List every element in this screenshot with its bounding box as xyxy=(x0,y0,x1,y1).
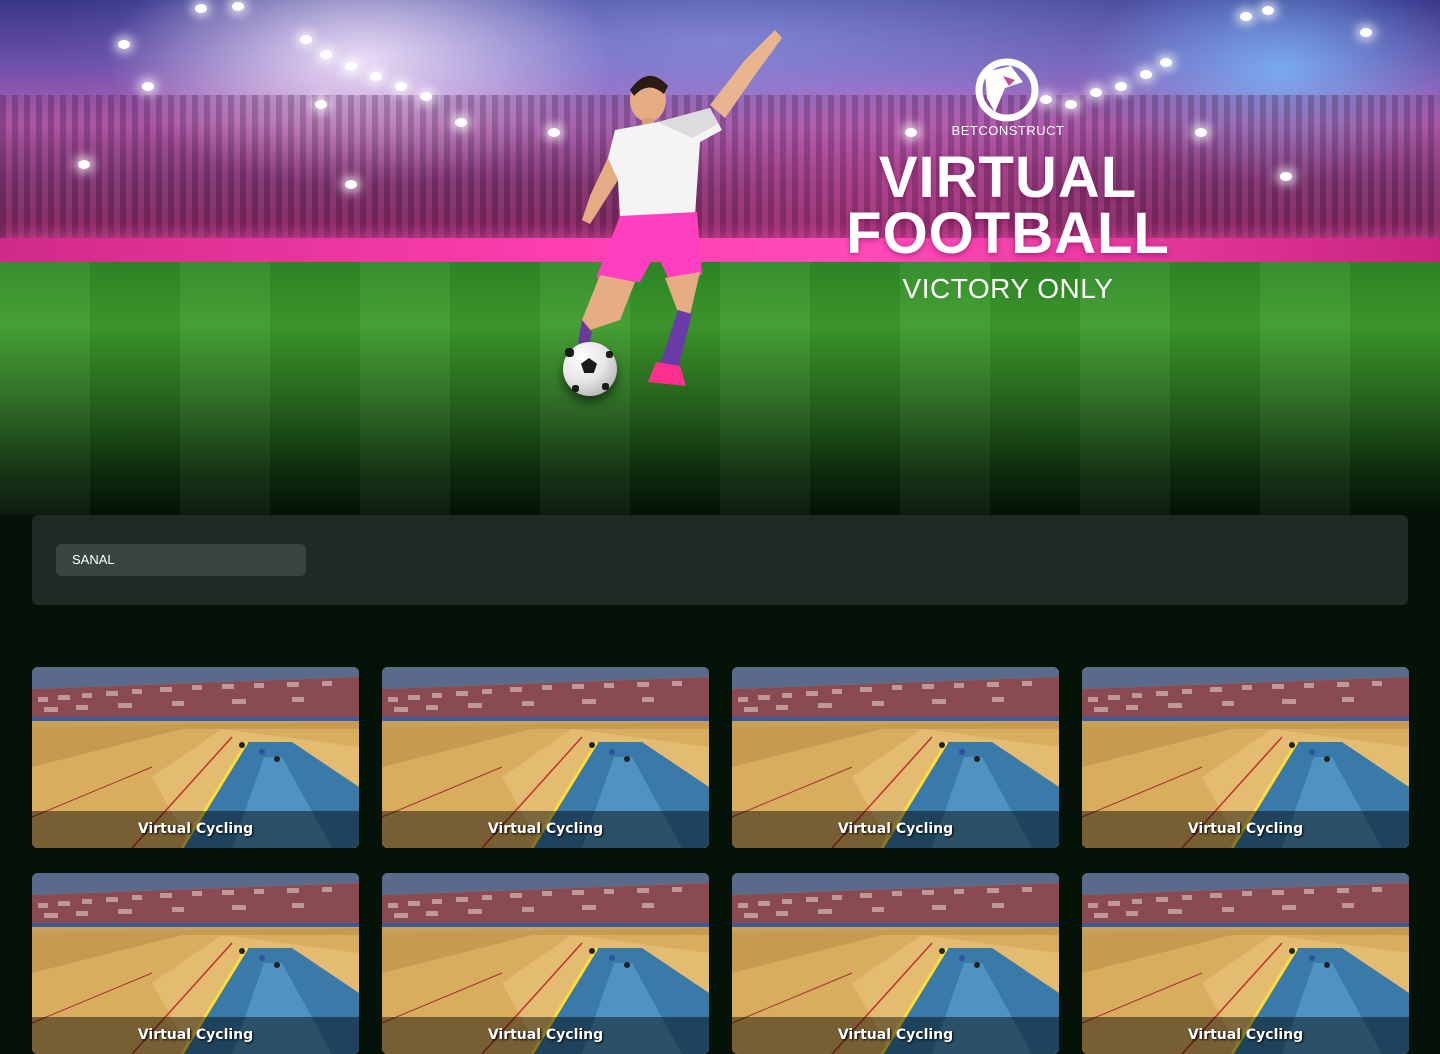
game-title: Virtual Cycling xyxy=(732,811,1059,848)
game-card[interactable]: Virtual Cycling xyxy=(1082,667,1409,848)
game-title: Virtual Cycling xyxy=(382,811,709,848)
game-card[interactable]: Virtual Cycling xyxy=(732,873,1059,1054)
game-title: Virtual Cycling xyxy=(382,1017,709,1054)
game-title: Virtual Cycling xyxy=(732,1017,1059,1054)
hero-banner[interactable]: BETCONSTRUCT VIRTUAL FOOTBALL VICTORY ON… xyxy=(0,0,1440,515)
hero-title-line2: FOOTBALL xyxy=(846,201,1170,266)
game-card[interactable]: Virtual Cycling xyxy=(382,667,709,848)
game-title: Virtual Cycling xyxy=(32,811,359,848)
hero-subtitle: VICTORY ONLY xyxy=(902,273,1114,304)
game-title: Virtual Cycling xyxy=(1082,1017,1409,1054)
hero-title-line1: VIRTUAL xyxy=(878,145,1138,210)
game-card[interactable]: Virtual Cycling xyxy=(732,667,1059,848)
game-title: Virtual Cycling xyxy=(32,1017,359,1054)
hero-title: VIRTUAL FOOTBALL xyxy=(800,145,1216,266)
game-title: Virtual Cycling xyxy=(1082,811,1409,848)
brand-name: BETCONSTRUCT xyxy=(951,123,1065,138)
games-grid: Virtual Cycling Virtual Cycling Virtual Cy… xyxy=(32,667,1409,1054)
betconstruct-logo-icon xyxy=(975,58,1039,122)
category-filter-bar: SANAL xyxy=(32,515,1408,605)
football-ball xyxy=(563,342,617,396)
game-card[interactable]: Virtual Cycling xyxy=(382,873,709,1054)
game-card[interactable]: Virtual Cycling xyxy=(32,667,359,848)
game-card[interactable]: Virtual Cycling xyxy=(1082,873,1409,1054)
game-card[interactable]: Virtual Cycling xyxy=(32,873,359,1054)
category-tab-sanal[interactable]: SANAL xyxy=(56,544,306,576)
